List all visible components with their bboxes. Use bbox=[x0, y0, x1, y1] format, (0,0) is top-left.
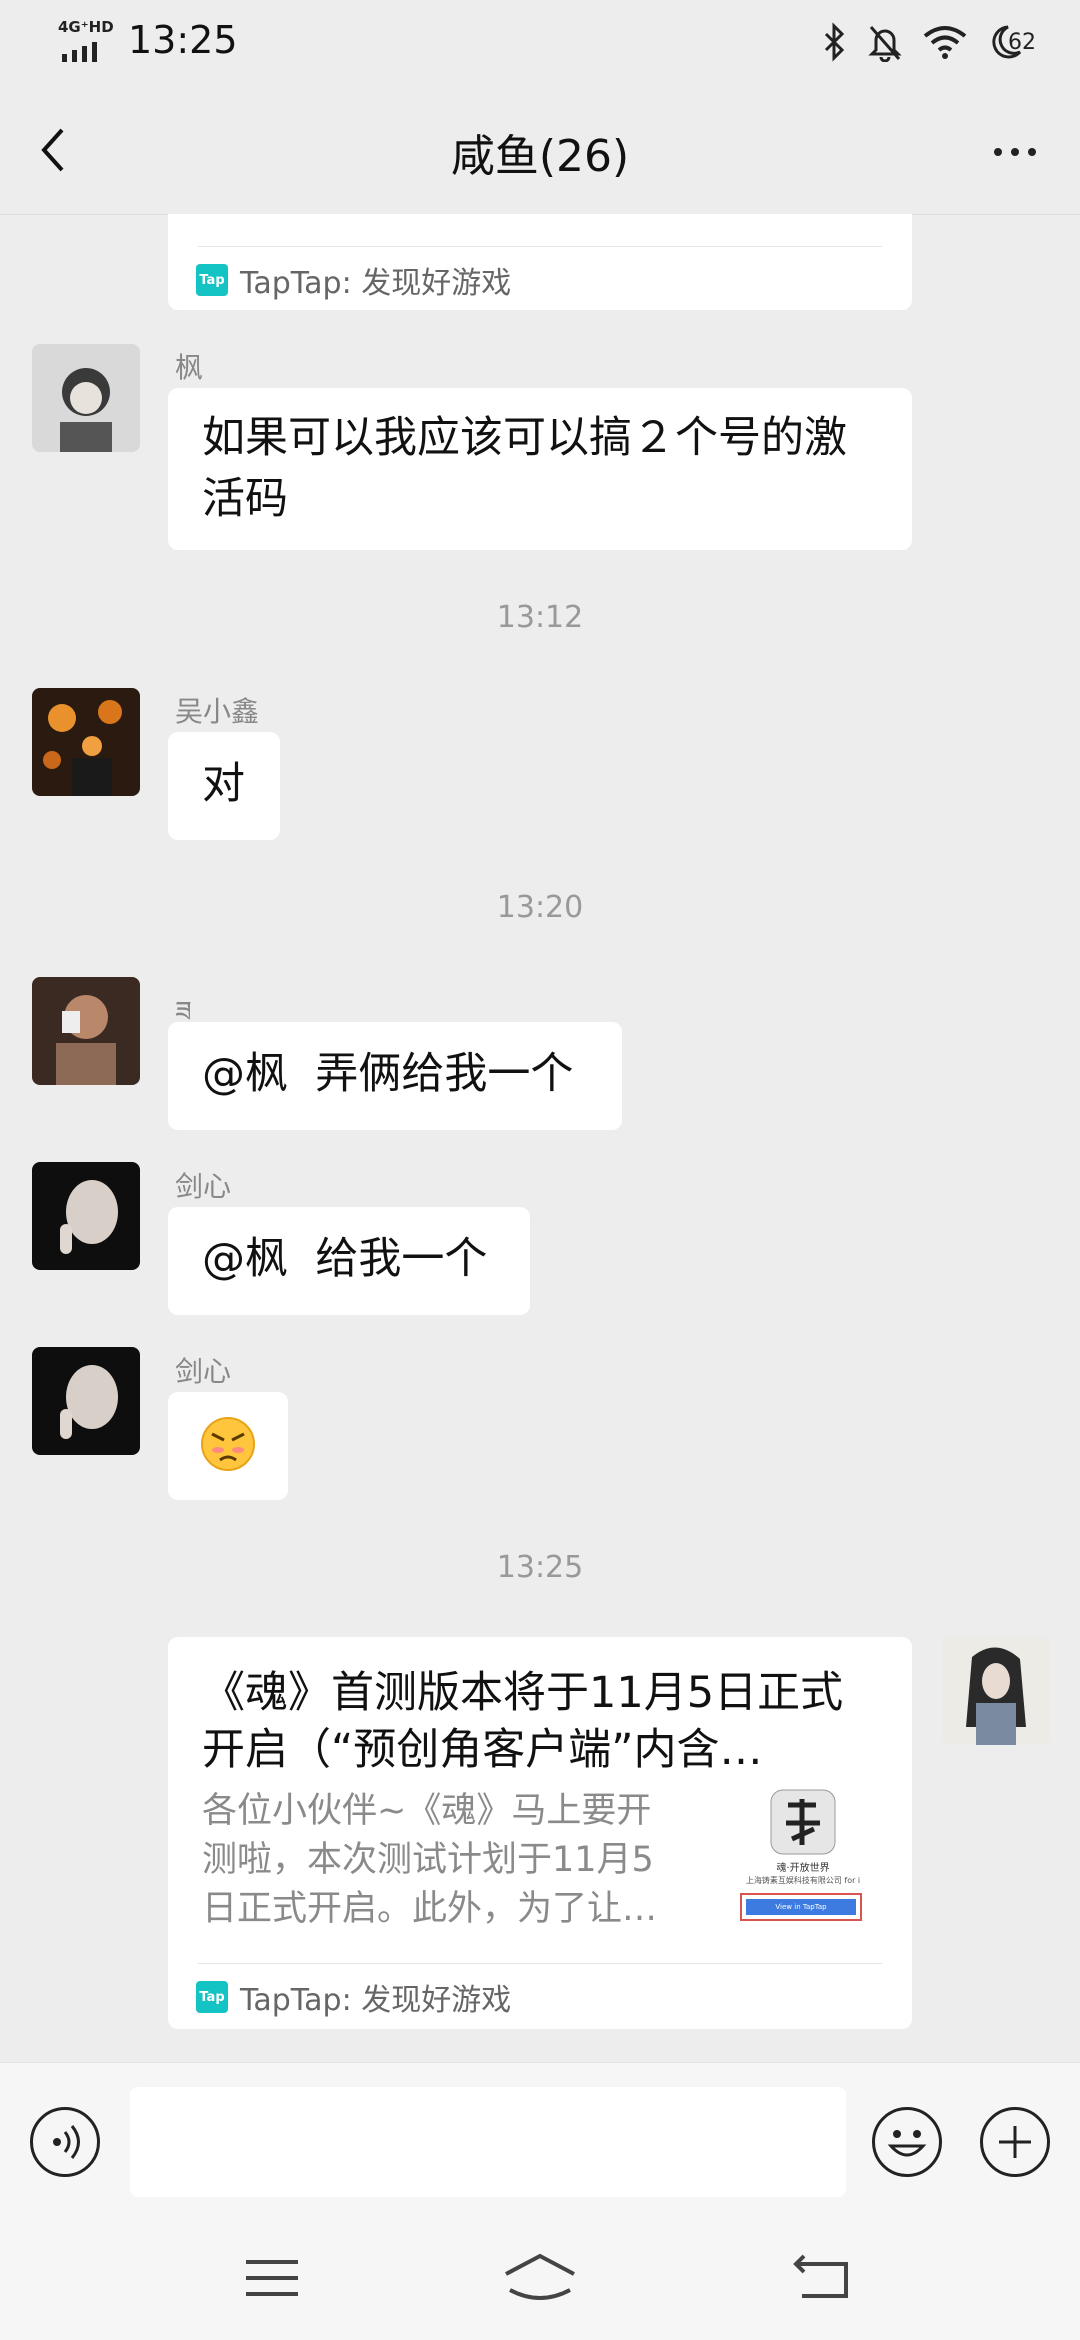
card-title: 开启（“预创角客户端”内含… bbox=[202, 1725, 763, 1775]
card-source: Tap TapTap: 发现好游戏 bbox=[196, 258, 511, 302]
menu-icon[interactable] bbox=[242, 2254, 302, 2304]
card-source: Tap TapTap: 发现好游戏 bbox=[196, 1975, 511, 2019]
card-description: 各位小伙伴~《魂》马上要开 bbox=[202, 1791, 652, 1831]
taptap-logo-icon: Tap bbox=[196, 1981, 228, 2013]
plus-icon bbox=[999, 2126, 1031, 2158]
game-icon bbox=[770, 1789, 836, 1855]
chat-title: 咸鱼(26) bbox=[450, 131, 630, 182]
status-bar: 4G⁺HD 13:25 62 bbox=[0, 0, 1080, 84]
more-actions-button[interactable] bbox=[980, 2107, 1050, 2177]
emoji-button[interactable] bbox=[872, 2107, 942, 2177]
angry-face-emoji bbox=[200, 1416, 256, 1472]
shared-link-card[interactable]: 《魂》首测版本将于11月5日正式 开启（“预创角客户端”内含… 各位小伙伴~《魂… bbox=[168, 1637, 912, 2029]
more-options-button[interactable] bbox=[980, 122, 1050, 182]
message-bubble[interactable]: 如果可以我应该可以搞２个号的激 活码 bbox=[168, 388, 912, 550]
thumb-subtitle: 上海铸素互娱科技有限公司 for i bbox=[745, 1876, 861, 1885]
input-bar bbox=[0, 2062, 1080, 2203]
sender-name: 枫 bbox=[175, 351, 204, 384]
card-description: 测啦，本次测试计划于11月5 bbox=[202, 1840, 654, 1880]
bluetooth-icon bbox=[824, 22, 845, 62]
chat-header: 咸鱼(26) bbox=[0, 84, 1080, 215]
back-nav-icon[interactable] bbox=[792, 2254, 852, 2304]
smiley-icon bbox=[887, 2130, 927, 2157]
system-navigation-bar bbox=[0, 2202, 1080, 2340]
message-text: @枫 弄俩给我一个 bbox=[202, 1049, 574, 1099]
thumb-button-frame: View in TapTap bbox=[740, 1893, 862, 1921]
avatar[interactable] bbox=[32, 344, 140, 452]
sender-name: 吴小鑫 bbox=[175, 695, 260, 728]
home-icon[interactable] bbox=[500, 2250, 580, 2306]
card-source-label: TapTap: 发现好游戏 bbox=[240, 1983, 512, 2018]
avatar[interactable] bbox=[942, 1637, 1050, 1745]
sender-name: 剑心 bbox=[175, 1170, 232, 1203]
message-bubble[interactable]: @枫 弄俩给我一个 bbox=[168, 1022, 622, 1130]
avatar[interactable] bbox=[32, 1162, 140, 1270]
status-time: 13:25 bbox=[128, 18, 238, 62]
mute-bell-icon bbox=[868, 26, 902, 62]
card-description: 日正式开启。此外，为了让… bbox=[202, 1889, 658, 1929]
message-bubble[interactable]: 对 bbox=[168, 732, 280, 840]
shared-card-partial[interactable]: Tap TapTap: 发现好游戏 bbox=[168, 214, 912, 310]
message-text: 对 bbox=[202, 759, 245, 809]
taptap-logo-icon: Tap bbox=[196, 264, 228, 296]
card-title: 《魂》首测版本将于11月5日正式 bbox=[202, 1668, 844, 1718]
message-text: 如果可以我应该可以搞２个号的激 bbox=[202, 413, 847, 463]
voice-icon bbox=[53, 2125, 80, 2159]
voice-input-button[interactable] bbox=[30, 2107, 100, 2177]
timestamp: 13:12 bbox=[496, 600, 584, 635]
message-bubble[interactable] bbox=[168, 1392, 288, 1500]
battery-percent: 62 bbox=[1008, 30, 1036, 55]
thumb-title: 魂·开放世界 bbox=[776, 1863, 830, 1874]
card-thumbnail: 魂·开放世界 上海铸素互娱科技有限公司 for i View in TapTap bbox=[728, 1787, 878, 1937]
network-type: 4G⁺HD bbox=[58, 18, 114, 36]
message-bubble[interactable]: @枫 给我一个 bbox=[168, 1207, 530, 1315]
timestamp: 13:20 bbox=[496, 890, 584, 925]
timestamp: 13:25 bbox=[496, 1550, 584, 1585]
avatar[interactable] bbox=[32, 688, 140, 796]
sender-name: 剑心 bbox=[175, 1355, 232, 1388]
message-input[interactable] bbox=[130, 2087, 846, 2197]
card-source-label: TapTap: 发现好游戏 bbox=[240, 266, 512, 301]
avatar[interactable] bbox=[32, 977, 140, 1085]
wifi-icon bbox=[923, 26, 967, 59]
battery-indicator: 62 bbox=[986, 22, 1050, 62]
cellular-signal-icon: 4G⁺HD bbox=[58, 18, 118, 62]
avatar[interactable] bbox=[32, 1347, 140, 1455]
message-text: 活码 bbox=[202, 474, 288, 524]
message-text: @枫 给我一个 bbox=[202, 1234, 488, 1284]
thumb-button: View in TapTap bbox=[746, 1899, 856, 1915]
